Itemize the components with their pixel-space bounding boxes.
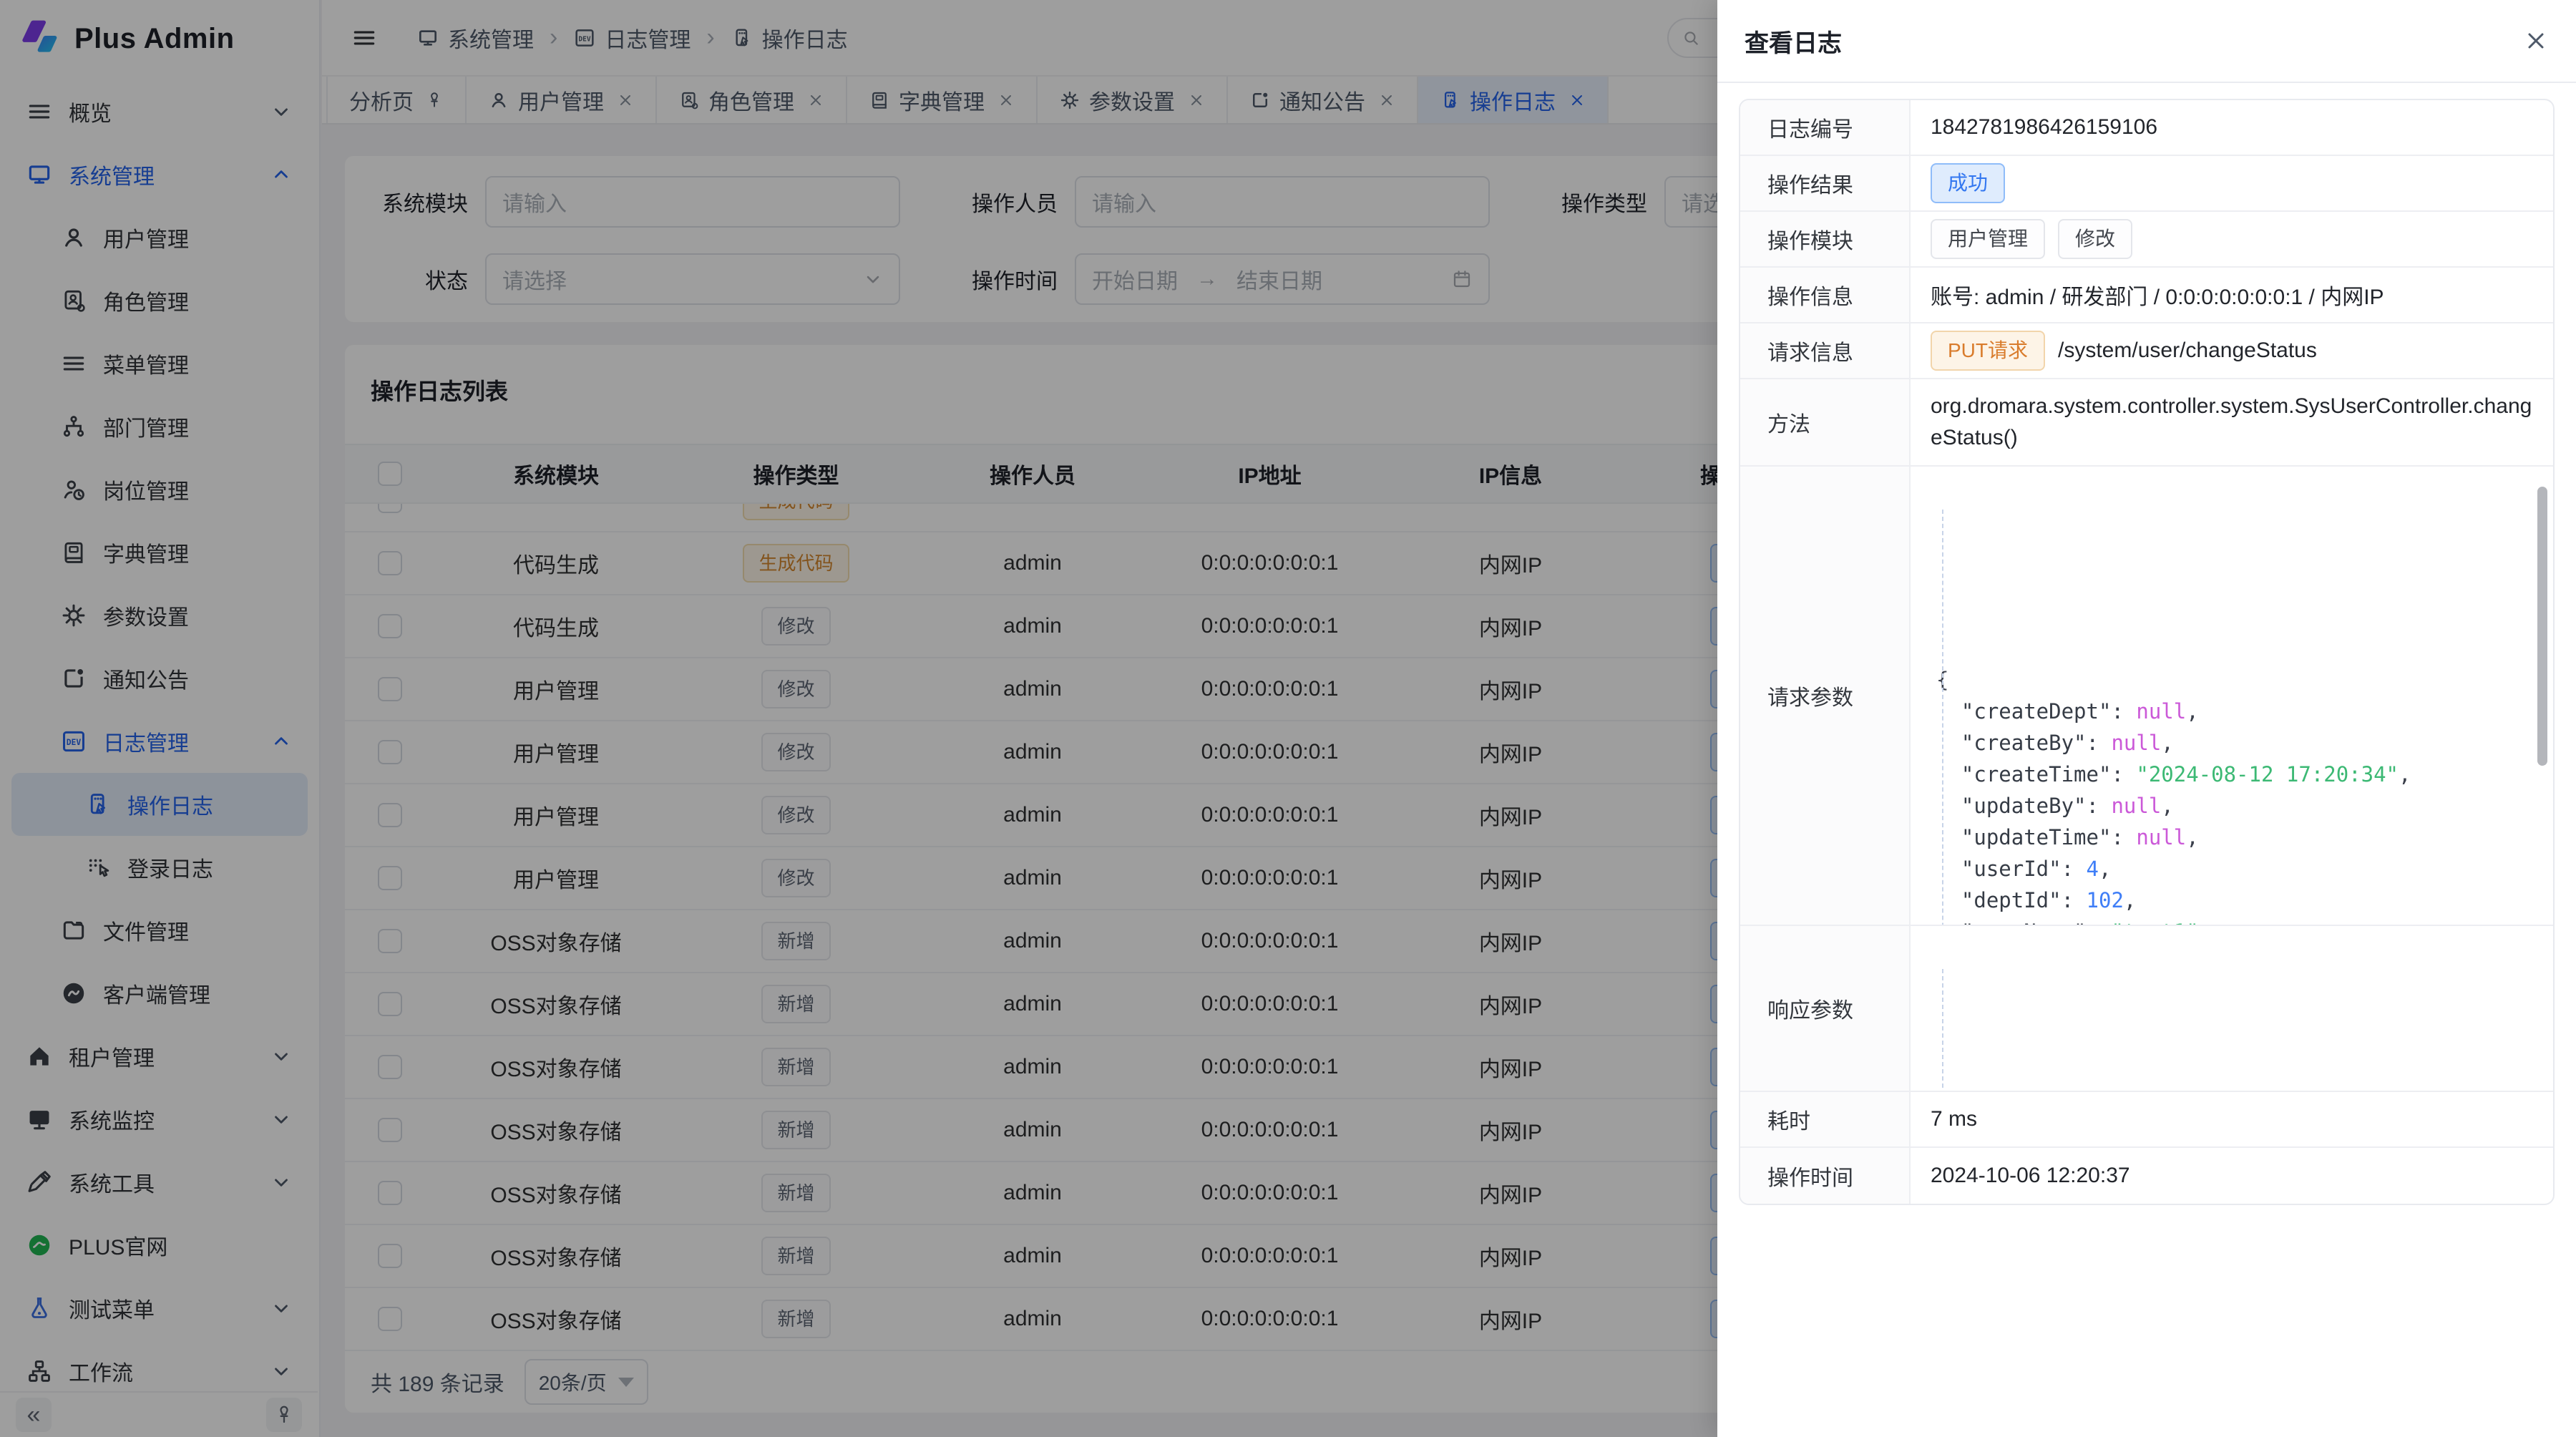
detail-row-request: 请求信息 PUT请求 /system/user/changeStatus	[1740, 323, 2553, 379]
drawer-body: 日志编号 1842781986426159106 操作结果 成功 操作模块 用户…	[1717, 83, 2576, 1205]
request-url: /system/user/changeStatus	[2058, 338, 2317, 363]
code-line: "userName": "test1",	[1936, 916, 2533, 925]
result-tag: 成功	[1931, 163, 2005, 203]
app-root: Plus Admin 概览 系统管理 用户管理 角色管理	[0, 0, 2576, 1437]
request-params-block[interactable]: { "createDept": null, "createBy": null, …	[1911, 467, 2553, 925]
drawer-header: 查看日志	[1717, 0, 2576, 83]
code-line: "deptId": 102,	[1936, 885, 2533, 916]
code-line: "createTime": "2024-08-12 17:20:34",	[1936, 759, 2533, 790]
request-params-json: { "createDept": null, "createBy": null, …	[1931, 467, 2533, 925]
response-params-block: { "code": 200, "msg": "操作成功", "data": nu…	[1911, 926, 2553, 1091]
detail-row-time: 操作时间 2024-10-06 12:20:37	[1740, 1148, 2553, 1204]
detail-row-log-id: 日志编号 1842781986426159106	[1740, 100, 2553, 156]
code-line: "updateTime": null,	[1936, 822, 2533, 853]
code-line: "userId": 4,	[1936, 853, 2533, 885]
view-log-drawer: 查看日志 日志编号 1842781986426159106 操作结果 成功 操作…	[1717, 0, 2576, 1437]
indent-guide	[1942, 969, 1943, 1091]
detail-row-cost: 耗时 7 ms	[1740, 1092, 2553, 1148]
scrollbar-thumb[interactable]	[2537, 487, 2547, 766]
log-details-table: 日志编号 1842781986426159106 操作结果 成功 操作模块 用户…	[1739, 99, 2555, 1205]
module-action-tag: 修改	[2058, 219, 2132, 259]
operation-info-value: 账号: admin / 研发部门 / 0:0:0:0:0:0:0:1 / 内网I…	[1911, 268, 2553, 322]
detail-row-info: 操作信息 账号: admin / 研发部门 / 0:0:0:0:0:0:0:1 …	[1740, 268, 2553, 323]
code-line: "createBy": null,	[1936, 727, 2533, 759]
request-params-lines: { "createDept": null, "createBy": null, …	[1936, 570, 2533, 925]
method-value: org.dromara.system.controller.system.Sys…	[1931, 381, 2533, 464]
operation-time-value: 2024-10-06 12:20:37	[1911, 1148, 2553, 1204]
cost-value: 7 ms	[1911, 1092, 2553, 1146]
detail-row-result: 操作结果 成功	[1740, 156, 2553, 212]
close-icon[interactable]	[2523, 28, 2549, 54]
response-params-json: { "code": 200, "msg": "操作成功", "data": nu…	[1931, 926, 2533, 1091]
http-method-tag: PUT请求	[1931, 331, 2045, 371]
indent-guide	[1942, 510, 1943, 925]
code-line: "updateBy": null,	[1936, 790, 2533, 822]
detail-row-module: 操作模块 用户管理 修改	[1740, 212, 2553, 268]
code-line: {	[1936, 664, 2533, 696]
module-tag: 用户管理	[1931, 219, 2045, 259]
response-params-lines: { "code": 200, "msg": "操作成功", "data": nu…	[1936, 1029, 2533, 1091]
code-line: "createDept": null,	[1936, 696, 2533, 727]
detail-row-method: 方法 org.dromara.system.controller.system.…	[1740, 379, 2553, 467]
detail-row-request-params: 请求参数 { "createDept": null, "createBy": n…	[1740, 467, 2553, 926]
drawer-title: 查看日志	[1745, 24, 1842, 59]
log-id-value: 1842781986426159106	[1911, 100, 2553, 155]
detail-row-response-params: 响应参数 { "code": 200, "msg": "操作成功", "data…	[1740, 926, 2553, 1092]
